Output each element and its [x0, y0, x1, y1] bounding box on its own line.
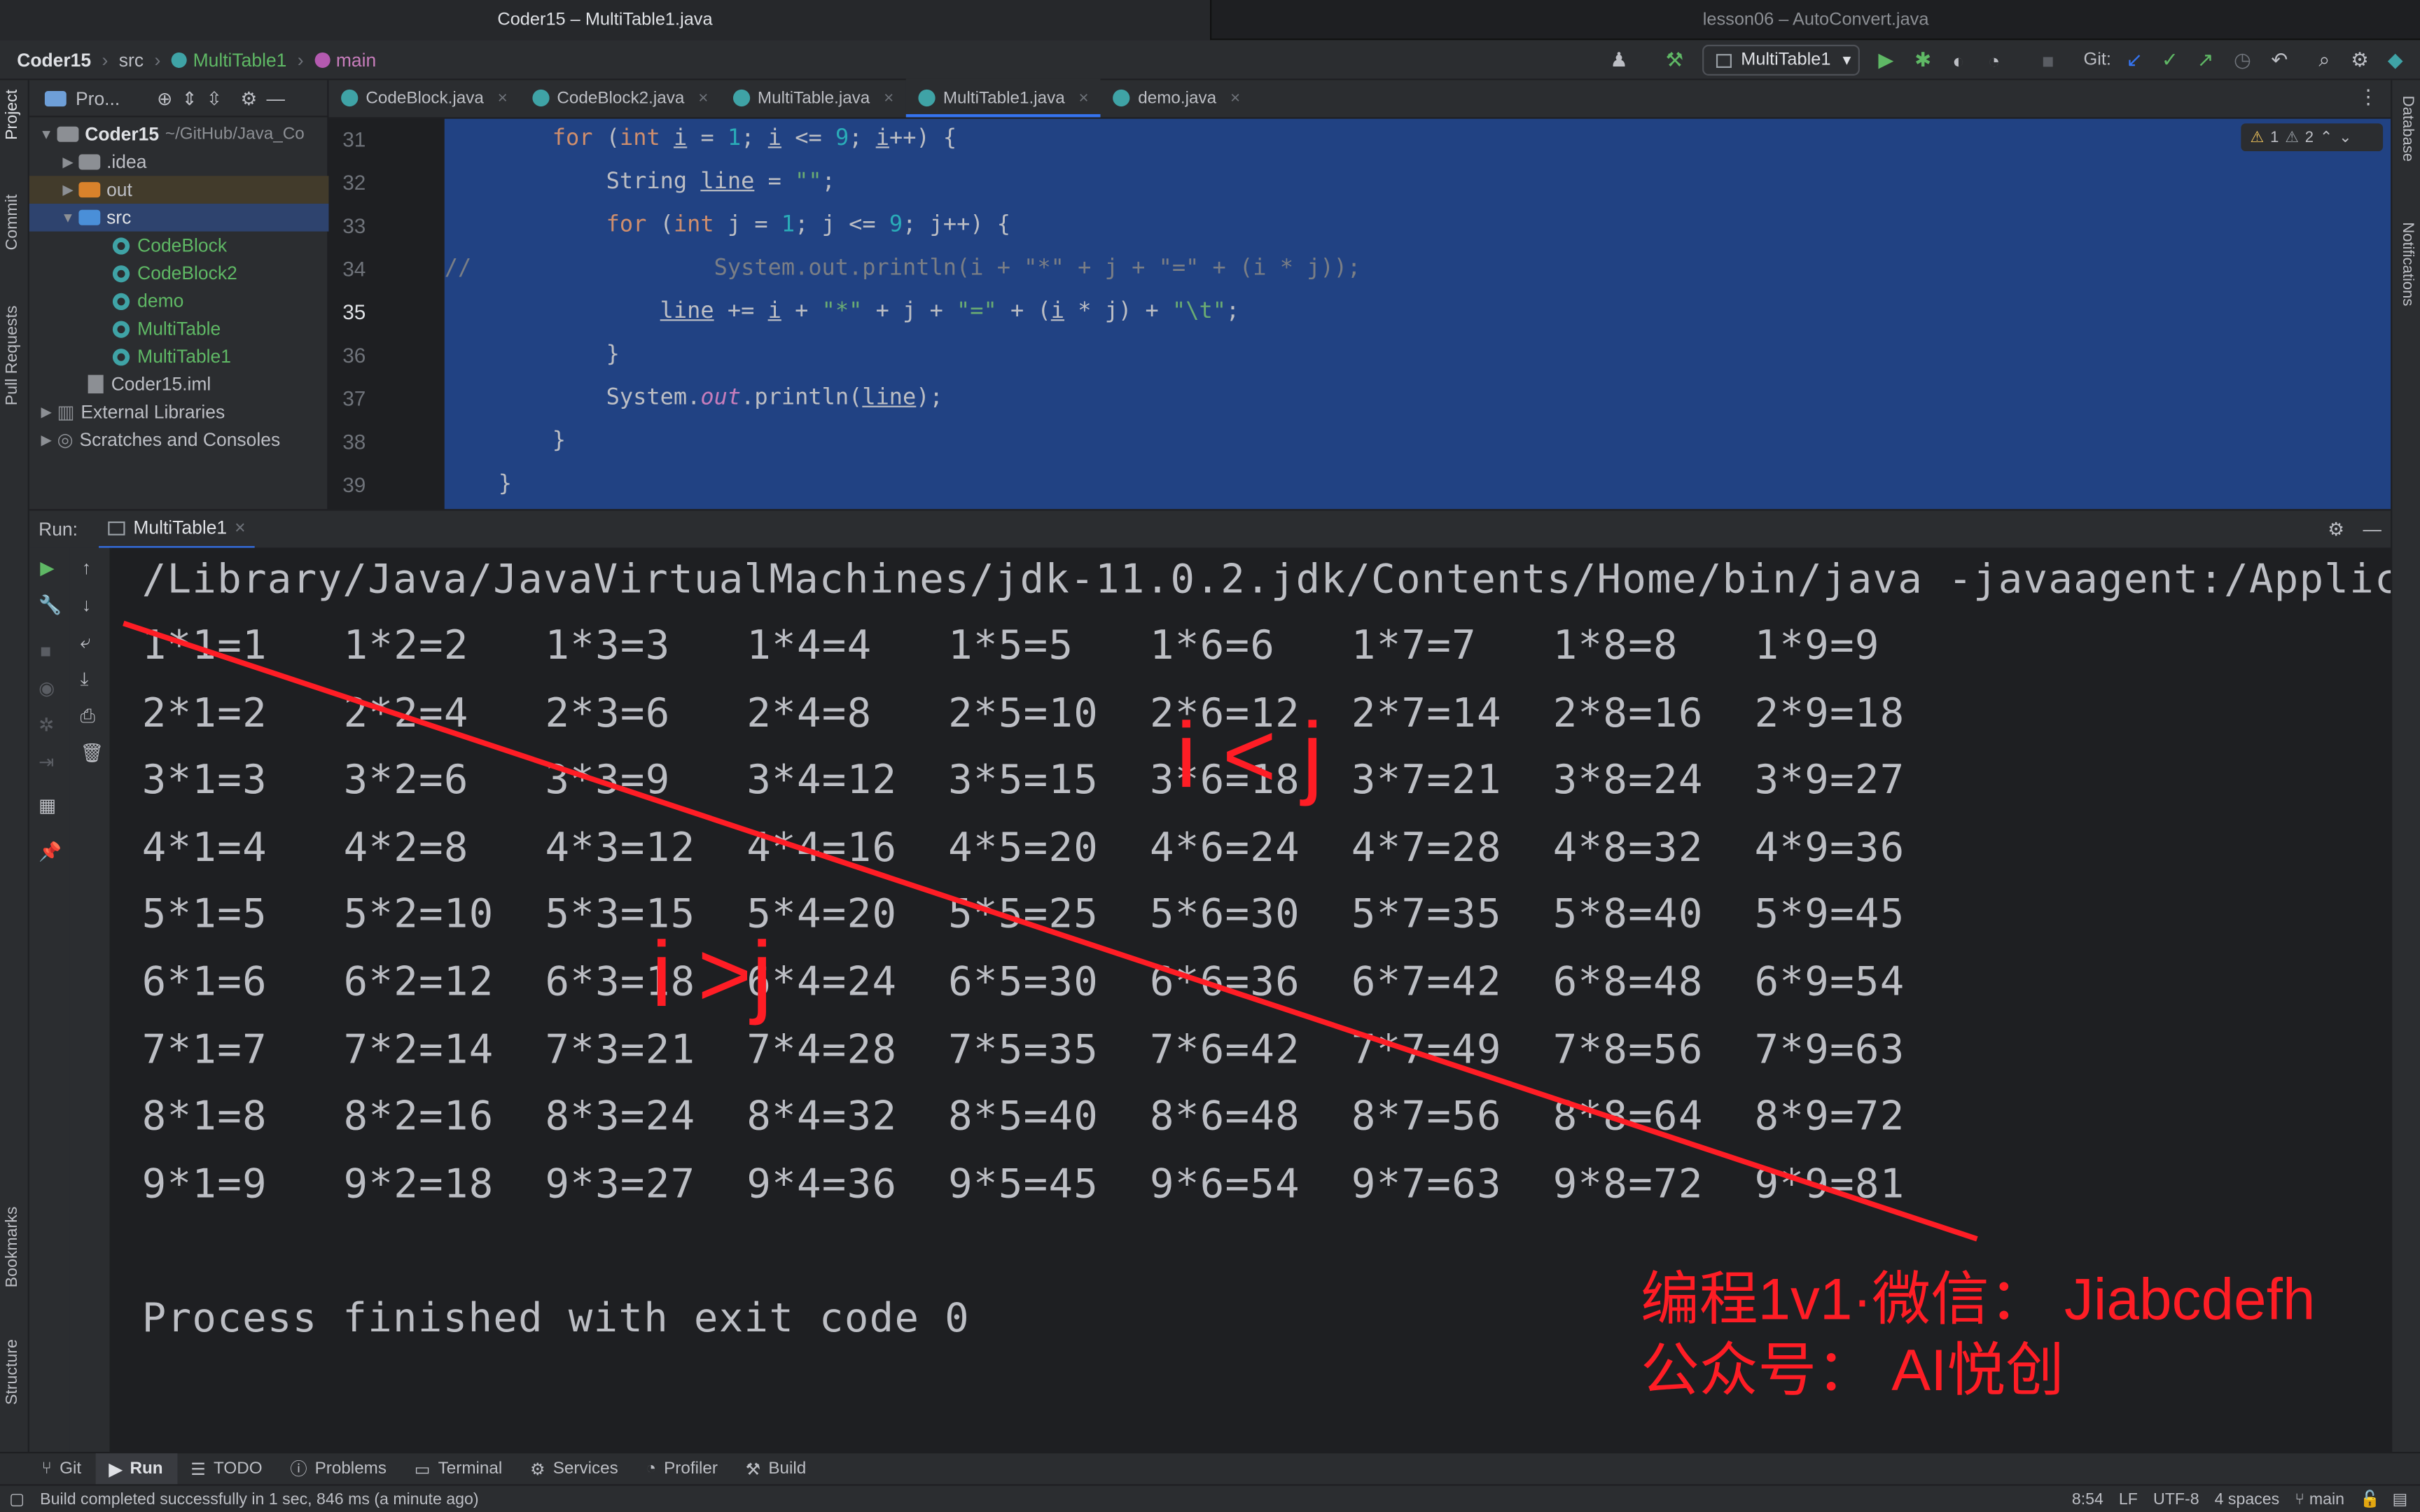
bottom-tab-todo[interactable]: ☰ TODO: [176, 1452, 276, 1485]
services-icon: ⚙: [529, 1460, 545, 1479]
annotation-i-less-j: i < j: [1176, 704, 1323, 807]
status-branch[interactable]: main: [2309, 1490, 2344, 1508]
bottom-tab-profiler[interactable]: ◔ Profiler: [632, 1452, 732, 1485]
bottom-tab-terminal[interactable]: ▭ Terminal: [401, 1452, 516, 1485]
bottom-tool-tabs: ⑂ Git ▶ Run ☰ TODO ⓘ Problems ▭ Terminal ⚙ Ser…: [0, 1452, 2420, 1485]
bottom-tab-label: TODO: [214, 1460, 263, 1478]
status-position[interactable]: 8:54: [2072, 1490, 2103, 1508]
status-encoding[interactable]: UTF-8: [2153, 1490, 2199, 1508]
branch-icon: ⑂: [2295, 1490, 2305, 1508]
memory-icon[interactable]: ▤: [2392, 1490, 2407, 1508]
bottom-tab-label: Terminal: [438, 1460, 503, 1478]
status-indent[interactable]: 4 spaces: [2215, 1490, 2280, 1508]
run-icon: ▶: [109, 1460, 123, 1479]
bottom-tab-label: Git: [60, 1460, 82, 1478]
status-bar: ▢ Build completed successfully in 1 sec,…: [0, 1484, 2420, 1512]
lock-icon[interactable]: 🔓: [2360, 1489, 2380, 1508]
annotation-promo-line1: 编程1v1·微信： Jiabcdefh: [1640, 1268, 2316, 1334]
bottom-tab-label: Run: [130, 1460, 163, 1478]
bottom-tab-label: Profiler: [664, 1460, 718, 1478]
bottom-tab-git[interactable]: ⑂ Git: [28, 1452, 95, 1485]
status-line-separator[interactable]: LF: [2119, 1490, 2138, 1508]
bottom-tab-run[interactable]: ▶ Run: [95, 1452, 177, 1485]
problems-icon: ⓘ: [290, 1461, 307, 1480]
profiler-icon: ◔: [646, 1460, 657, 1478]
git-icon: ⑂: [41, 1460, 53, 1478]
bottom-tab-label: Build: [768, 1460, 807, 1478]
annotation-diagonal-line: [123, 620, 1978, 1242]
list-icon: ☰: [190, 1460, 207, 1479]
bottom-tab-services[interactable]: ⚙ Services: [516, 1452, 632, 1485]
bottom-tab-label: Problems: [314, 1460, 387, 1478]
status-message[interactable]: Build completed successfully in 1 sec, 8…: [40, 1490, 478, 1508]
bottom-tab-build[interactable]: ⚒ Build: [732, 1452, 820, 1485]
bottom-tab-label: Services: [552, 1460, 618, 1478]
bottom-tab-problems[interactable]: ⓘ Problems: [276, 1452, 400, 1485]
hammer-icon: ⚒: [745, 1460, 761, 1479]
terminal-icon: ▭: [414, 1460, 431, 1479]
annotation-promo-line2: 公众号： AI悦创: [1640, 1339, 2064, 1404]
status-layout-icon[interactable]: ▢: [9, 1490, 25, 1508]
annotation-i-greater-j: i >j: [651, 923, 772, 1026]
